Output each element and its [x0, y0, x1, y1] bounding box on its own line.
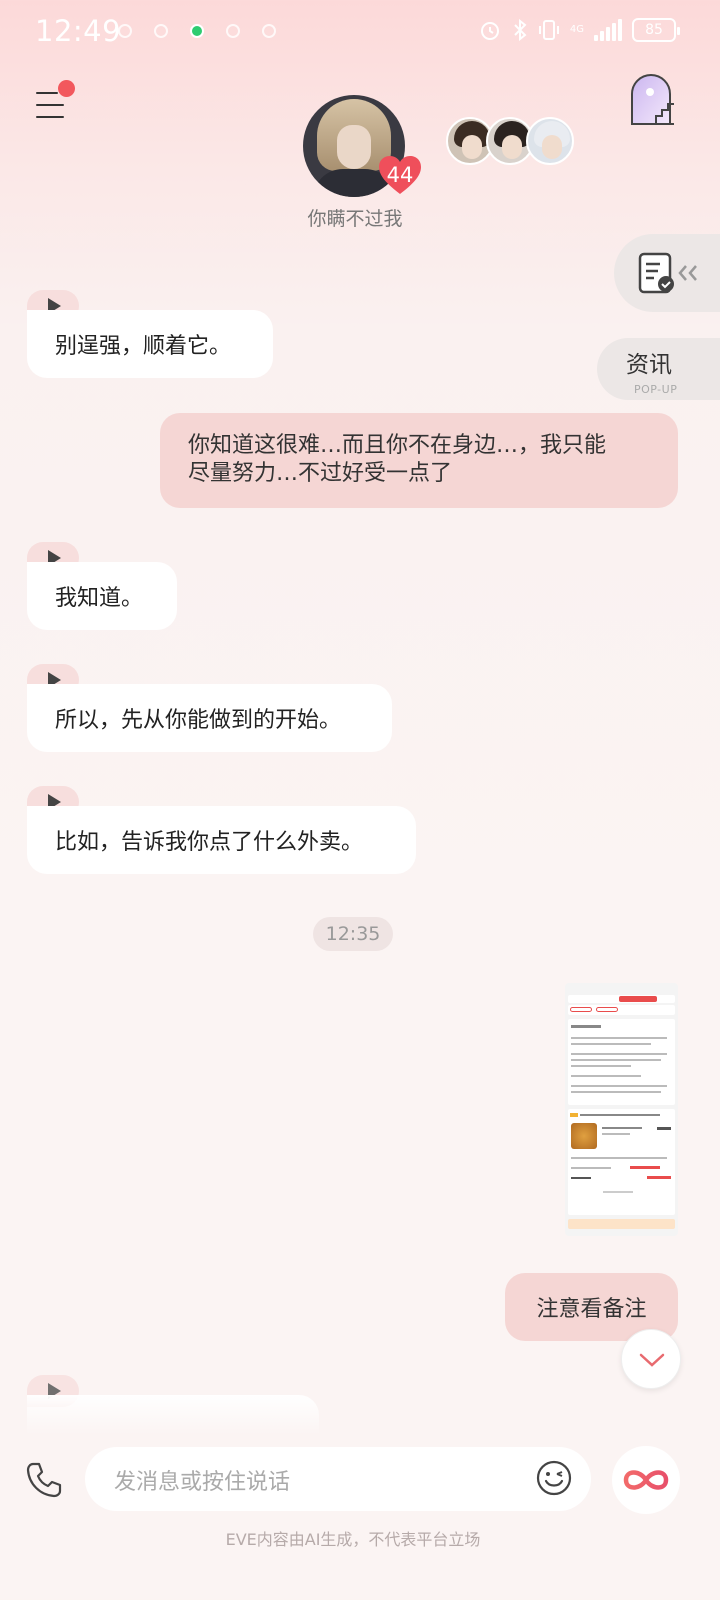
ai-disclaimer: EVE内容由AI生成，不代表平台立场 — [225, 1530, 481, 1549]
signal-icon — [594, 19, 622, 41]
network-type: 4G — [569, 24, 584, 35]
image-message[interactable] — [565, 983, 678, 1236]
message-text: 别逞强，顺着它。 — [55, 334, 232, 359]
notification-icon — [226, 24, 240, 38]
message-text: 你知道这很难…而且你不在身边…，我只能 — [188, 433, 607, 458]
news-subtitle: POP-UP — [634, 383, 678, 396]
message-bubble[interactable]: 你知道这很难…而且你不在身边…，我只能 尽量努力…不过好受一点了 — [160, 413, 678, 508]
message-bubble[interactable]: 比如，告诉我你点了什么外卖。 — [27, 806, 416, 874]
notification-icon — [154, 24, 168, 38]
message-text: 所以，先从你能做到的开始。 — [55, 708, 342, 733]
battery-level: 85 — [645, 22, 663, 38]
message-bubble[interactable]: 所以，先从你能做到的开始。 — [27, 684, 392, 752]
scroll-to-bottom-button[interactable] — [621, 1329, 681, 1389]
message-bubble[interactable]: 我知道。 — [27, 562, 177, 630]
timestamp: 12:35 — [313, 917, 393, 951]
message-text: 我知道。 — [55, 586, 144, 611]
mini-avatar[interactable] — [526, 117, 574, 165]
message-bubble[interactable]: 别逞强，顺着它。 — [27, 310, 273, 378]
vibrate-icon — [538, 20, 559, 40]
infinity-icon — [623, 1470, 669, 1490]
side-tab-tasks[interactable] — [614, 234, 720, 312]
wechat-icon — [190, 24, 204, 38]
message-text: 注意看备注 — [536, 1297, 647, 1322]
notification-icons — [118, 24, 276, 38]
notification-icon — [262, 24, 276, 38]
battery-icon: 85 — [632, 18, 680, 42]
character-switcher[interactable] — [446, 117, 574, 165]
message-text: 尽量努力…不过好受一点了 — [188, 461, 453, 486]
character-name[interactable]: 你瞒不过我 — [260, 204, 450, 231]
message-input-placeholder: 发消息或按住说话 — [114, 1470, 291, 1495]
bluetooth-icon — [514, 18, 527, 42]
alarm-icon — [480, 22, 499, 40]
affinity-count: 44 — [386, 163, 414, 187]
notification-icon — [118, 24, 132, 38]
notification-dot — [58, 80, 75, 97]
window-icon[interactable] — [626, 72, 676, 128]
status-right: 4G 85 — [478, 18, 680, 42]
document-check-icon — [638, 252, 697, 294]
message-bubble-partial — [27, 1395, 319, 1435]
message-text: 比如，告诉我你点了什么外卖。 — [55, 830, 364, 855]
chevron-down-icon — [639, 1353, 665, 1367]
status-time: 12:49 — [35, 14, 122, 48]
ai-assistant-button[interactable] — [612, 1446, 680, 1514]
phone-icon[interactable] — [24, 1460, 64, 1500]
emoji-icon[interactable] — [536, 1460, 572, 1496]
news-title: 资讯 — [626, 352, 672, 378]
